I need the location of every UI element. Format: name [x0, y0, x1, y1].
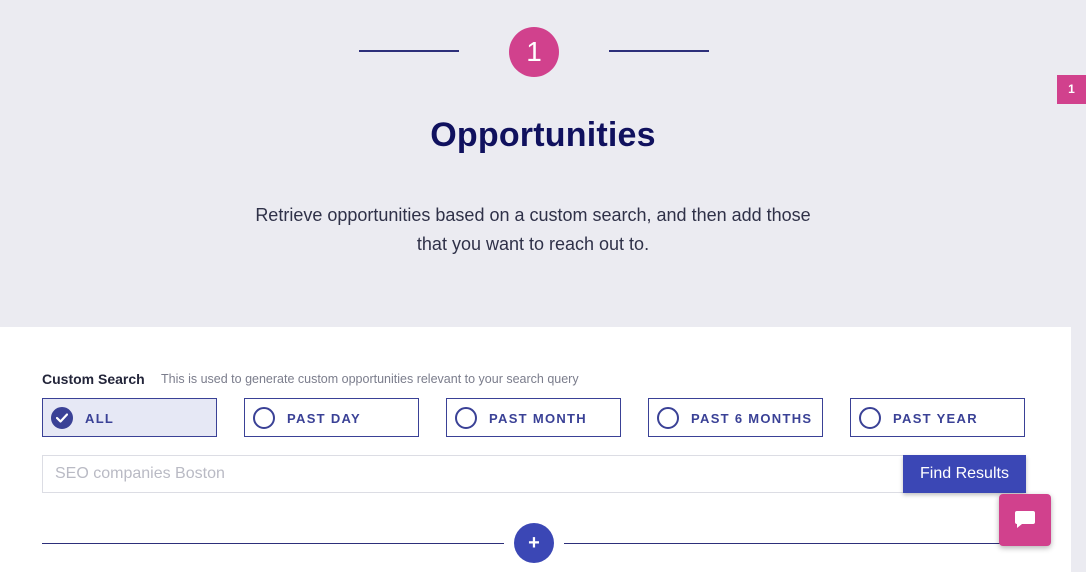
- time-filter-label: ALL: [85, 411, 115, 426]
- section-divider-right: [564, 543, 1026, 544]
- plus-icon: +: [528, 532, 540, 554]
- time-filter-label: PAST YEAR: [893, 411, 978, 426]
- time-filter-past-day[interactable]: PAST DAY: [244, 398, 419, 437]
- time-filter-label: PAST MONTH: [489, 411, 587, 426]
- custom-search-panel: Custom Search This is used to generate c…: [0, 327, 1071, 572]
- radio-circle-icon: [455, 407, 477, 429]
- radio-circle-icon: [253, 407, 275, 429]
- time-filter-label: PAST DAY: [287, 411, 361, 426]
- radio-circle-icon: [657, 407, 679, 429]
- check-icon: [51, 407, 73, 429]
- time-filter-label: PAST 6 MONTHS: [691, 411, 813, 426]
- side-step-tab[interactable]: 1: [1057, 75, 1086, 104]
- step-number-badge: 1: [509, 27, 559, 77]
- step-connector-right: [609, 50, 709, 52]
- time-filter-past-month[interactable]: PAST MONTH: [446, 398, 621, 437]
- add-section-button[interactable]: +: [514, 523, 554, 563]
- page-subtitle: Retrieve opportunities based on a custom…: [255, 205, 811, 254]
- time-filter-all[interactable]: ALL: [42, 398, 217, 437]
- custom-search-help-text: This is used to generate custom opportun…: [161, 372, 579, 386]
- radio-circle-icon: [859, 407, 881, 429]
- chat-launcher-button[interactable]: [999, 494, 1051, 546]
- time-filter-past-year[interactable]: PAST YEAR: [850, 398, 1025, 437]
- search-query-input[interactable]: [42, 455, 904, 493]
- custom-search-label: Custom Search: [42, 371, 145, 387]
- find-results-button[interactable]: Find Results: [903, 455, 1026, 493]
- chat-bubble-icon: [1015, 511, 1035, 528]
- page-title: Opportunities: [430, 116, 656, 154]
- step-header: 1 1 Opportunities Retrieve opportunities…: [0, 0, 1086, 327]
- opportunities-page: 1 1 Opportunities Retrieve opportunities…: [0, 0, 1086, 572]
- step-connector-left: [359, 50, 459, 52]
- time-filter-past-6-months[interactable]: PAST 6 MONTHS: [648, 398, 823, 437]
- section-divider-left: [42, 543, 504, 544]
